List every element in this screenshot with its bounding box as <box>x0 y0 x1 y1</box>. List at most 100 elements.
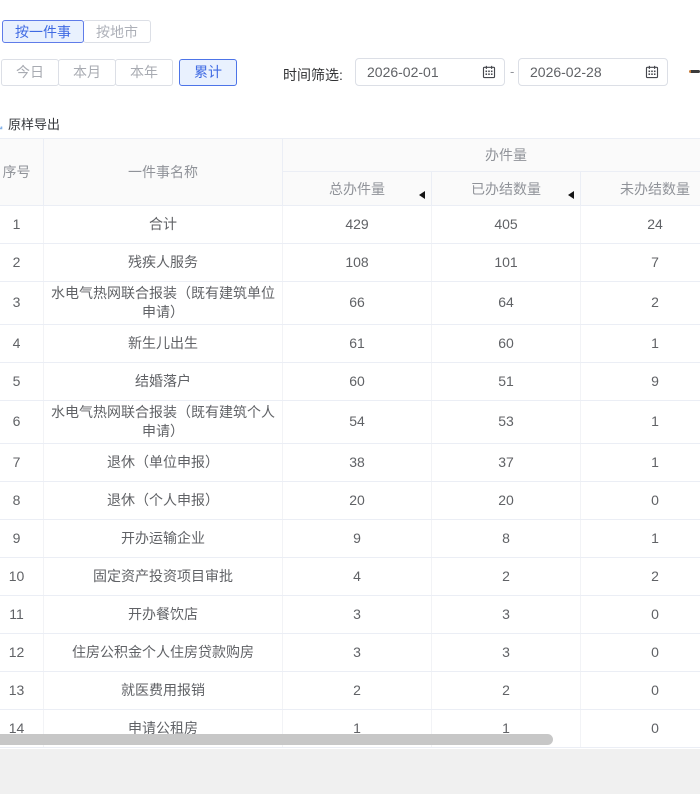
calendar-icon[interactable] <box>645 65 659 79</box>
cell-name: 就医费用报销 <box>43 671 283 710</box>
cell-total: 38 <box>282 443 432 482</box>
table-row: 2 残疾人服务 108 101 7 <box>0 243 700 282</box>
cell-done: 37 <box>431 443 581 482</box>
header-total-label: 总办件量 <box>329 180 385 197</box>
cell-undone: 0 <box>580 481 700 520</box>
header-done[interactable]: 已办结数量 <box>431 171 581 206</box>
tab-by-item[interactable]: 按一件事 <box>2 20 84 43</box>
calendar-icon[interactable] <box>482 65 496 79</box>
header-undone[interactable]: 未办结数量 <box>580 171 700 206</box>
cell-done: 20 <box>431 481 581 520</box>
filter-month-button[interactable]: 本月 <box>58 59 116 86</box>
cell-undone: 1 <box>580 519 700 558</box>
view-tabs: 按一件事 按地市 <box>2 20 151 43</box>
header-index: 序号 <box>0 138 44 206</box>
time-filter-label: 时间筛选: <box>283 67 343 83</box>
export-label: 原样导出 <box>8 116 61 132</box>
page: 按一件事 按地市 今日 本月 本年 累计 时间筛选: 2026-02-01 - … <box>0 0 700 794</box>
cell-undone: 1 <box>580 400 700 444</box>
cell-index: 13 <box>0 671 44 710</box>
cell-name: 退休（单位申报） <box>43 443 283 482</box>
cell-name: 水电气热网联合报装（既有建筑个人申请） <box>43 400 283 444</box>
cell-index: 4 <box>0 324 44 363</box>
start-date-value: 2026-02-01 <box>367 64 439 80</box>
cell-total: 61 <box>282 324 432 363</box>
cell-name: 退休（个人申报） <box>43 481 283 520</box>
header-done-label: 已办结数量 <box>471 180 541 197</box>
header-undone-label: 未办结数量 <box>620 180 690 197</box>
cell-name: 住房公积金个人住房贷款购房 <box>43 633 283 672</box>
cell-index: 11 <box>0 595 44 634</box>
table-row: 1 合计 429 405 24 <box>0 205 700 244</box>
cell-done: 64 <box>431 281 581 325</box>
table-row: 9 开办运输企业 9 8 1 <box>0 519 700 558</box>
table-row: 4 新生儿出生 61 60 1 <box>0 324 700 363</box>
cell-done: 60 <box>431 324 581 363</box>
filter-today-button[interactable]: 今日 <box>1 59 59 86</box>
truncated-edge-icon <box>689 70 700 73</box>
cell-index: 9 <box>0 519 44 558</box>
date-range-separator: - <box>510 64 515 79</box>
table-row: 12 住房公积金个人住房贷款购房 3 3 0 <box>0 633 700 672</box>
cell-index: 5 <box>0 362 44 401</box>
cell-name: 结婚落户 <box>43 362 283 401</box>
cell-undone: 1 <box>580 443 700 482</box>
end-date-value: 2026-02-28 <box>530 64 602 80</box>
export-link[interactable]: 原样导出 <box>0 114 60 132</box>
table-row: 11 开办餐饮店 3 3 0 <box>0 595 700 634</box>
sort-caret-icon[interactable] <box>568 191 574 199</box>
horizontal-scrollbar[interactable] <box>0 734 553 745</box>
cell-name: 开办运输企业 <box>43 519 283 558</box>
cell-index: 12 <box>0 633 44 672</box>
cell-done: 3 <box>431 595 581 634</box>
cell-undone: 7 <box>580 243 700 282</box>
cell-done: 101 <box>431 243 581 282</box>
cell-total: 54 <box>282 400 432 444</box>
cell-undone: 1 <box>580 324 700 363</box>
cell-done: 8 <box>431 519 581 558</box>
cell-done: 3 <box>431 633 581 672</box>
end-date-input[interactable]: 2026-02-28 <box>518 58 668 86</box>
tab-by-city[interactable]: 按地市 <box>83 20 151 43</box>
cell-name: 新生儿出生 <box>43 324 283 363</box>
filter-total-button[interactable]: 累计 <box>179 59 237 86</box>
stats-table: 序号 一件事名称 办件量 总办件量 已办结数量 未办结数量 1 合计 429 4… <box>0 138 700 748</box>
cell-total: 3 <box>282 633 432 672</box>
cell-index: 1 <box>0 205 44 244</box>
cell-total: 9 <box>282 519 432 558</box>
cell-name: 水电气热网联合报装（既有建筑单位申请） <box>43 281 283 325</box>
cell-index: 2 <box>0 243 44 282</box>
cell-name: 固定资产投资项目审批 <box>43 557 283 596</box>
table-row: 3 水电气热网联合报装（既有建筑单位申请） 66 64 2 <box>0 281 700 325</box>
start-date-input[interactable]: 2026-02-01 <box>355 58 505 86</box>
table-row: 13 就医费用报销 2 2 0 <box>0 671 700 710</box>
cell-undone: 2 <box>580 557 700 596</box>
table-row: 5 结婚落户 60 51 9 <box>0 362 700 401</box>
cell-done: 2 <box>431 671 581 710</box>
cell-index: 10 <box>0 557 44 596</box>
cell-undone: 2 <box>580 281 700 325</box>
cell-total: 66 <box>282 281 432 325</box>
time-range-button-group: 今日 本月 本年 累计 <box>1 59 237 86</box>
cell-done: 405 <box>431 205 581 244</box>
cell-total: 429 <box>282 205 432 244</box>
sort-caret-icon[interactable] <box>419 191 425 199</box>
cell-index: 6 <box>0 400 44 444</box>
cell-total: 3 <box>282 595 432 634</box>
cell-done: 51 <box>431 362 581 401</box>
table-row: 10 固定资产投资项目审批 4 2 2 <box>0 557 700 596</box>
table-row: 6 水电气热网联合报装（既有建筑个人申请） 54 53 1 <box>0 400 700 444</box>
cell-total: 4 <box>282 557 432 596</box>
cell-total: 2 <box>282 671 432 710</box>
cell-total: 60 <box>282 362 432 401</box>
table-row: 7 退休（单位申报） 38 37 1 <box>0 443 700 482</box>
header-volume-group: 办件量 <box>282 138 700 172</box>
cell-index: 3 <box>0 281 44 325</box>
cell-done: 53 <box>431 400 581 444</box>
filter-year-button[interactable]: 本年 <box>115 59 173 86</box>
header-total[interactable]: 总办件量 <box>282 171 432 206</box>
cell-total: 20 <box>282 481 432 520</box>
table-row: 8 退休（个人申报） 20 20 0 <box>0 481 700 520</box>
cell-index: 7 <box>0 443 44 482</box>
cell-undone: 24 <box>580 205 700 244</box>
